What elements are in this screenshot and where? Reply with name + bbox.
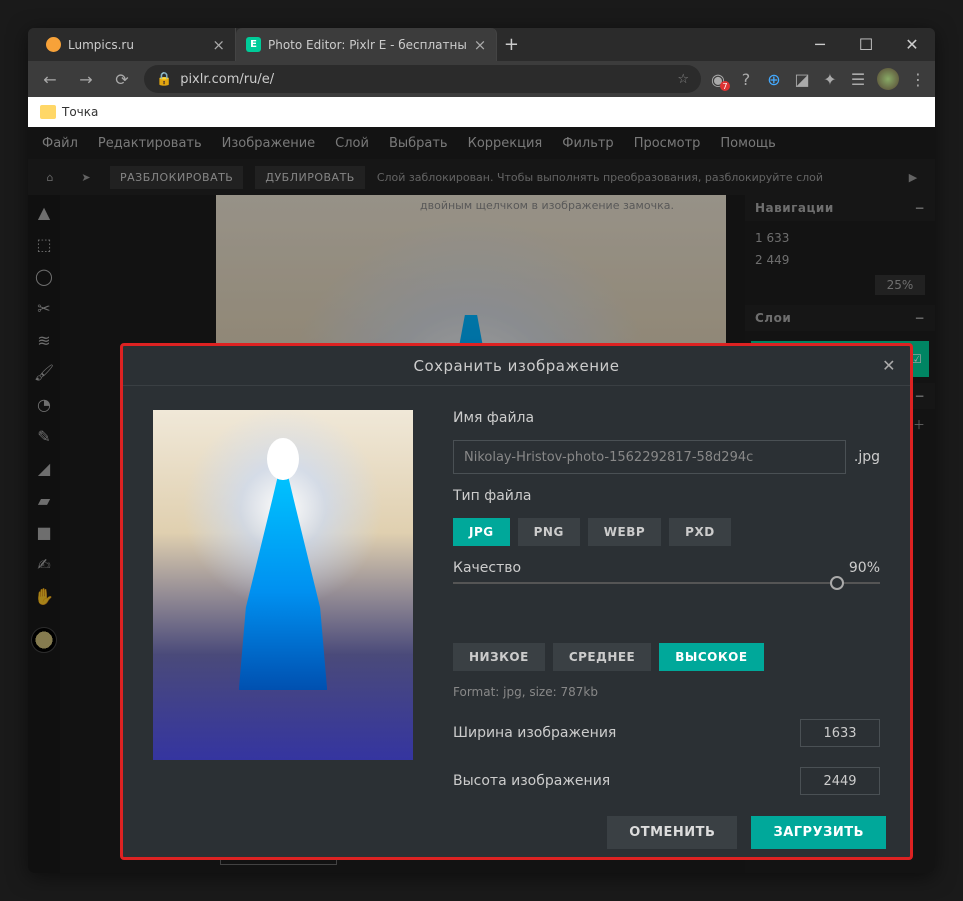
filename-label: Имя файла: [453, 410, 880, 426]
extension-icon[interactable]: ?: [737, 70, 755, 88]
quality-low-button[interactable]: НИЗКОЕ: [453, 643, 545, 671]
dialog-title: Сохранить изображение: [413, 357, 619, 375]
form-column: Имя файла .jpg Тип файла JPG PNG WEBP PX…: [453, 410, 880, 795]
dialog-header: Сохранить изображение ✕: [123, 346, 910, 386]
pixlr-app: Файл Редактировать Изображение Слой Выбр…: [28, 127, 935, 873]
minimize-button[interactable]: ─: [797, 28, 843, 61]
browser-tabs: Lumpics.ru × E Photo Editor: Pixlr E - б…: [28, 28, 797, 61]
file-extension: .jpg: [854, 449, 880, 465]
window-controls: ─ ☐ ✕: [797, 28, 935, 61]
favicon-icon: [46, 37, 61, 52]
address-bar: ← → ⟳ 🔒 pixlr.com/ru/e/ ☆ ◉ ? ⊕ ◪ ✦ ☰ ⋮: [28, 61, 935, 97]
format-pxd-button[interactable]: PXD: [669, 518, 731, 546]
width-input[interactable]: [800, 719, 880, 747]
filetype-label: Тип файла: [453, 488, 880, 504]
dialog-body: Имя файла .jpg Тип файла JPG PNG WEBP PX…: [123, 386, 910, 807]
url-text: pixlr.com/ru/e/: [180, 72, 274, 87]
save-dialog: Сохранить изображение ✕ Имя файла .jpg Т…: [120, 343, 913, 860]
slider-thumb[interactable]: [830, 576, 844, 590]
browser-tab-lumpics[interactable]: Lumpics.ru ×: [36, 28, 236, 61]
browser-window: Lumpics.ru × E Photo Editor: Pixlr E - б…: [28, 28, 935, 873]
height-input[interactable]: [800, 767, 880, 795]
format-jpg-button[interactable]: JPG: [453, 518, 510, 546]
quality-slider[interactable]: [453, 582, 880, 584]
quality-label: Качество: [453, 560, 521, 576]
tab-close-icon[interactable]: ×: [474, 36, 487, 54]
reload-button[interactable]: ⟳: [108, 65, 136, 93]
titlebar: Lumpics.ru × E Photo Editor: Pixlr E - б…: [28, 28, 935, 61]
forward-button[interactable]: →: [72, 65, 100, 93]
lock-icon: 🔒: [156, 72, 172, 87]
tab-close-icon[interactable]: ×: [212, 36, 225, 54]
extension-icon[interactable]: ◉: [709, 70, 727, 88]
download-button[interactable]: ЗАГРУЗИТЬ: [751, 816, 886, 849]
extensions-menu-icon[interactable]: ✦: [821, 70, 839, 88]
menu-icon[interactable]: ⋮: [909, 70, 927, 88]
extension-icon[interactable]: ◪: [793, 70, 811, 88]
browser-tab-pixlr[interactable]: E Photo Editor: Pixlr E - бесплатны ×: [236, 28, 497, 61]
favicon-icon: E: [246, 37, 261, 52]
bookmarks-bar: Точка: [28, 97, 935, 127]
quality-high-button[interactable]: ВЫСОКОЕ: [659, 643, 763, 671]
image-preview: [153, 410, 413, 760]
cancel-button[interactable]: ОТМЕНИТЬ: [607, 816, 737, 849]
maximize-button[interactable]: ☐: [843, 28, 889, 61]
quality-med-button[interactable]: СРЕДНЕЕ: [553, 643, 651, 671]
bookmark-item[interactable]: Точка: [62, 105, 98, 119]
format-info: Format: jpg, size: 787kb: [453, 685, 880, 699]
tab-title: Photo Editor: Pixlr E - бесплатны: [268, 38, 467, 52]
new-tab-button[interactable]: +: [497, 28, 525, 61]
format-png-button[interactable]: PNG: [518, 518, 580, 546]
quality-value: 90%: [849, 560, 880, 576]
close-icon[interactable]: ✕: [882, 356, 896, 375]
profile-avatar[interactable]: [877, 68, 899, 90]
url-field[interactable]: 🔒 pixlr.com/ru/e/ ☆: [144, 65, 701, 93]
close-button[interactable]: ✕: [889, 28, 935, 61]
back-button[interactable]: ←: [36, 65, 64, 93]
height-label: Высота изображения: [453, 773, 610, 789]
folder-icon: [40, 105, 56, 119]
star-icon[interactable]: ☆: [677, 72, 689, 87]
width-label: Ширина изображения: [453, 725, 616, 741]
extension-icon[interactable]: ⊕: [765, 70, 783, 88]
dialog-footer: ОТМЕНИТЬ ЗАГРУЗИТЬ: [123, 807, 910, 857]
extension-icons: ◉ ? ⊕ ◪ ✦ ☰ ⋮: [709, 68, 927, 90]
filename-input[interactable]: [453, 440, 846, 474]
format-webp-button[interactable]: WEBP: [588, 518, 661, 546]
tab-title: Lumpics.ru: [68, 38, 205, 52]
reading-list-icon[interactable]: ☰: [849, 70, 867, 88]
